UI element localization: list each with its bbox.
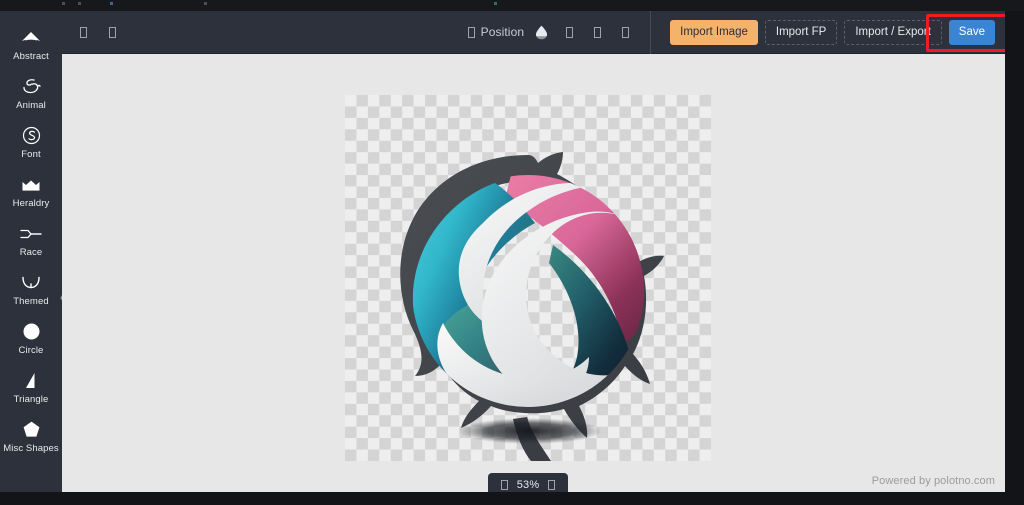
redo-button[interactable] — [101, 20, 123, 44]
triangle-icon — [23, 370, 39, 391]
duplicate-button[interactable] — [558, 20, 580, 44]
sidebar-item-label: Animal — [16, 100, 46, 111]
strip-speck — [204, 2, 207, 5]
circle-icon — [23, 321, 40, 342]
sidebar-item-label: Misc Shapes — [3, 443, 59, 454]
strip-speck — [110, 2, 113, 5]
sidebar-item-label: Abstract — [13, 51, 49, 62]
zoom-control: 53% — [488, 473, 568, 492]
animal-icon — [21, 76, 41, 97]
powered-by-credit: Powered by polotno.com — [871, 475, 995, 487]
sidebar-item-circle[interactable]: Circle — [0, 314, 62, 363]
sidebar-item-label: Circle — [18, 345, 44, 356]
delete-icon — [621, 26, 629, 38]
lock-button[interactable] — [586, 20, 608, 44]
misc-shapes-icon — [23, 419, 40, 440]
themed-arc-icon — [21, 272, 41, 293]
zoom-in-icon[interactable] — [548, 480, 556, 490]
strip-speck — [78, 2, 81, 5]
undo-icon — [79, 26, 87, 38]
sidebar-item-triangle[interactable]: Triangle — [0, 363, 62, 412]
duplicate-icon — [565, 26, 573, 38]
import-image-button[interactable]: Import Image — [670, 19, 758, 45]
left-sidebar: Abstract Animal Font Heraldry Race Theme… — [0, 11, 62, 492]
app-root: Abstract Animal Font Heraldry Race Theme… — [0, 0, 1024, 505]
import-export-button[interactable]: Import / Export — [844, 19, 942, 45]
redo-icon — [108, 26, 116, 38]
position-button[interactable]: Position — [481, 25, 525, 39]
top-toolbar: Position Import Image Import FP Import /… — [62, 11, 1005, 54]
lock-icon — [593, 26, 601, 38]
position-glyph-icon — [467, 26, 475, 38]
toolbar-divider — [650, 11, 652, 54]
toolbar-left-group — [62, 20, 123, 44]
font-icon — [22, 125, 41, 146]
sidebar-item-animal[interactable]: Animal — [0, 69, 62, 118]
sidebar-item-label: Font — [21, 149, 41, 160]
sidebar-item-heraldry[interactable]: Heraldry — [0, 167, 62, 216]
opacity-button[interactable] — [530, 20, 552, 44]
strip-speck — [62, 2, 65, 5]
strip-speck — [494, 2, 497, 5]
toolbar-element-controls: Position — [467, 20, 637, 44]
heraldry-crown-icon — [21, 174, 41, 195]
main-column: Position Import Image Import FP Import /… — [62, 11, 1005, 492]
abstract-icon — [21, 27, 41, 48]
import-fp-button[interactable]: Import FP — [764, 19, 838, 45]
sidebar-item-label: Heraldry — [12, 198, 50, 209]
sidebar-item-themed[interactable]: Themed — [0, 265, 62, 314]
sidebar-item-abstract[interactable]: Abstract — [0, 20, 62, 69]
zoom-out-icon[interactable] — [500, 480, 508, 490]
toolbar-actions: Import Image Import FP Import / Export S… — [663, 19, 1005, 45]
sidebar-item-race[interactable]: Race — [0, 216, 62, 265]
undo-button[interactable] — [72, 20, 94, 44]
sidebar-item-label: Themed — [13, 296, 49, 307]
zoom-level-value: 53% — [516, 479, 540, 491]
race-icon — [20, 223, 42, 244]
sidebar-item-label: Triangle — [13, 394, 49, 405]
design-canvas[interactable] — [345, 95, 711, 461]
sidebar-item-font[interactable]: Font — [0, 118, 62, 167]
editor-shell: Abstract Animal Font Heraldry Race Theme… — [0, 11, 1005, 492]
delete-button[interactable] — [614, 20, 636, 44]
browser-top-strip — [0, 0, 1024, 11]
sidebar-item-misc-shapes[interactable]: Misc Shapes — [0, 412, 62, 461]
workspace[interactable]: 53% Powered by polotno.com — [62, 54, 1005, 492]
save-button[interactable]: Save — [948, 19, 995, 45]
droplet-opacity-icon — [535, 25, 547, 39]
sidebar-item-label: Race — [19, 247, 43, 258]
s-sphere-brush-ring-logo[interactable] — [345, 95, 711, 461]
